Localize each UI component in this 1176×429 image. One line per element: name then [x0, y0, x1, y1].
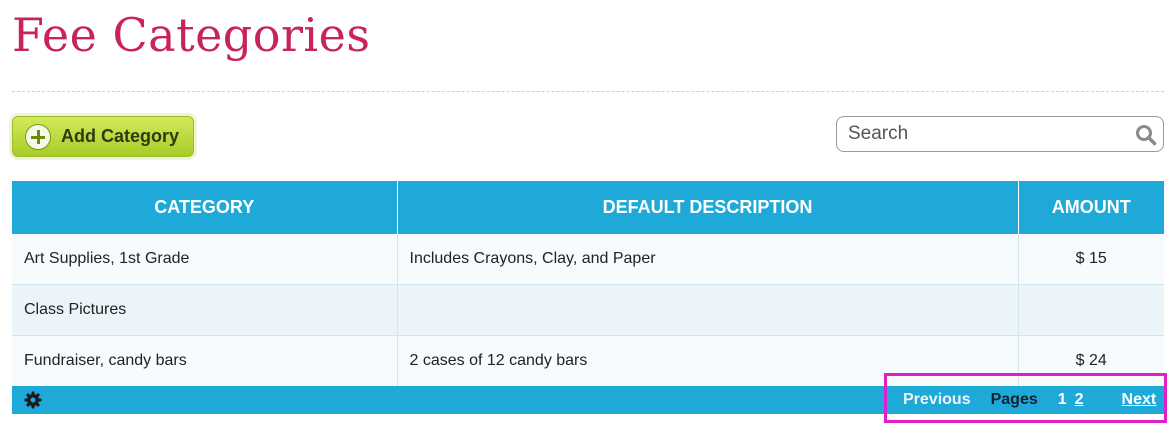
page-2-link[interactable]: 2	[1075, 391, 1084, 409]
cell-category: Class Pictures	[12, 284, 397, 336]
plus-circle-icon	[25, 123, 51, 150]
cell-amount: $ 15	[1017, 234, 1164, 285]
add-category-button[interactable]: Add Category	[12, 116, 194, 157]
page-1-link[interactable]: 1	[1058, 391, 1067, 409]
search-icon[interactable]	[1135, 124, 1157, 146]
cell-description	[396, 284, 1018, 336]
fee-categories-table: CATEGORY DEFAULT DESCRIPTION AMOUNT Art …	[12, 181, 1164, 387]
search-input[interactable]	[846, 122, 1130, 146]
cell-category: Art Supplies, 1st Grade	[12, 234, 397, 285]
cell-amount	[1017, 284, 1164, 336]
cell-description: Includes Crayons, Clay, and Paper	[396, 234, 1018, 285]
column-header-category[interactable]: CATEGORY	[12, 181, 397, 234]
add-category-label: Add Category	[61, 126, 180, 146]
page-title: Fee Categories	[12, 8, 371, 62]
search-box[interactable]	[836, 116, 1164, 152]
table-row[interactable]: Art Supplies, 1st Grade Includes Crayons…	[12, 234, 1164, 285]
column-header-description[interactable]: DEFAULT DESCRIPTION	[396, 181, 1018, 234]
table-header-row: CATEGORY DEFAULT DESCRIPTION AMOUNT	[12, 181, 1164, 234]
title-divider	[12, 91, 1164, 92]
previous-page-link[interactable]: Previous	[903, 391, 971, 409]
pages-label: Pages	[990, 391, 1038, 408]
table-row[interactable]: Class Pictures	[12, 284, 1164, 336]
next-page-link[interactable]: Next	[1122, 391, 1157, 409]
column-header-amount[interactable]: AMOUNT	[1017, 181, 1164, 234]
gear-icon[interactable]	[24, 391, 42, 409]
cell-category: Fundraiser, candy bars	[12, 335, 397, 387]
pagination: Previous Pages 1 2 Next	[884, 373, 1167, 423]
